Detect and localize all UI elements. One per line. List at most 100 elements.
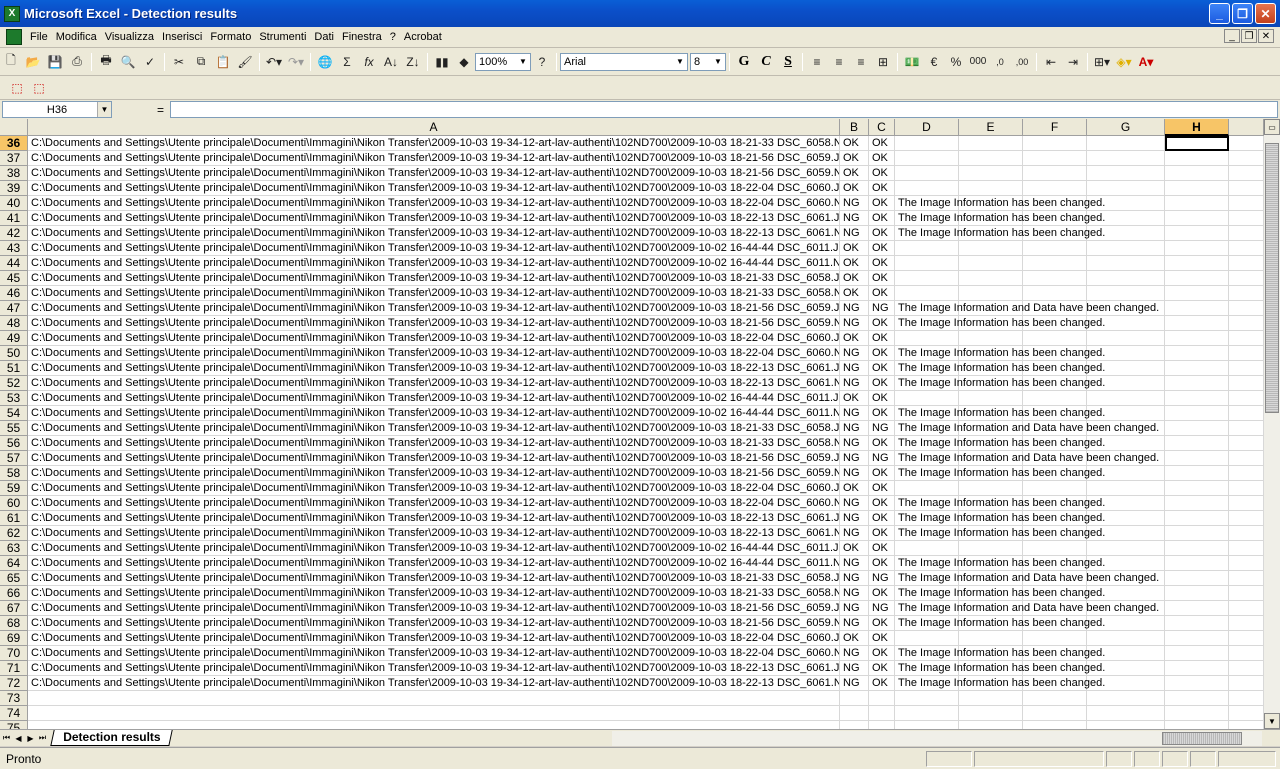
cell-extra[interactable] [1229,301,1264,316]
cell-f[interactable] [1023,166,1087,181]
scroll-split-icon[interactable]: ▭ [1264,119,1280,135]
row-header[interactable]: 49 [0,331,28,346]
cell-h[interactable] [1165,136,1229,151]
cell-d[interactable]: The Image Information has been changed. [895,316,1105,331]
cell-a[interactable]: C:\Documents and Settings\Utente princip… [28,391,840,406]
cell-a[interactable]: C:\Documents and Settings\Utente princip… [28,241,840,256]
menu-item[interactable]: Visualizza [101,31,158,43]
cell-e[interactable] [959,481,1023,496]
cell-c[interactable]: OK [869,616,895,631]
cell-h[interactable] [1165,361,1229,376]
cell-c[interactable]: OK [869,676,895,691]
cell-c[interactable]: OK [869,586,895,601]
cell-h[interactable] [1165,526,1229,541]
cell-b[interactable]: NG [840,466,869,481]
cut-icon[interactable]: ✂ [168,51,190,73]
cell-b[interactable]: OK [840,166,869,181]
cell-d[interactable] [895,706,959,721]
cell-c[interactable]: OK [869,541,895,556]
cell-b[interactable] [840,691,869,706]
spelling-icon[interactable]: ✓ [139,51,161,73]
cell-a[interactable]: C:\Documents and Settings\Utente princip… [28,271,840,286]
cell-h[interactable] [1165,151,1229,166]
cell-b[interactable]: OK [840,286,869,301]
column-header-extra[interactable] [1229,119,1264,136]
cell-extra[interactable] [1229,661,1264,676]
cell-g[interactable] [1087,286,1165,301]
menu-item[interactable]: Modifica [52,31,101,43]
cell-c[interactable]: OK [869,316,895,331]
row-header[interactable]: 40 [0,196,28,211]
cell-g[interactable] [1087,166,1165,181]
cell-extra[interactable] [1229,631,1264,646]
cell-b[interactable]: NG [840,376,869,391]
cell-b[interactable]: OK [840,181,869,196]
cell-f[interactable] [1023,256,1087,271]
cell-a[interactable]: C:\Documents and Settings\Utente princip… [28,166,840,181]
formula-input[interactable] [170,101,1278,118]
cell-extra[interactable] [1229,511,1264,526]
vertical-scrollbar[interactable]: ▭ ▼ [1264,119,1280,729]
cell-g[interactable] [1087,541,1165,556]
cell-h[interactable] [1165,226,1229,241]
cell-g[interactable] [1087,181,1165,196]
help-icon[interactable]: ? [531,51,553,73]
cell-c[interactable]: OK [869,361,895,376]
cell-d[interactable]: The Image Information has been changed. [895,646,1105,661]
cell-c[interactable]: OK [869,661,895,676]
cell-f[interactable] [1023,481,1087,496]
last-sheet-icon[interactable]: ⏭ [37,732,48,745]
cell-d[interactable]: The Image Information has been changed. [895,376,1105,391]
format-painter-icon[interactable]: 🖌 [234,51,256,73]
cell-f[interactable] [1023,286,1087,301]
cell-d[interactable] [895,721,959,729]
vertical-scroll-thumb[interactable] [1265,143,1279,413]
cell-d[interactable]: The Image Information has been changed. [895,676,1105,691]
row-header[interactable]: 39 [0,181,28,196]
cell-b[interactable]: NG [840,211,869,226]
row-header[interactable]: 58 [0,466,28,481]
pdf-convert-email-icon[interactable]: ⬚ [28,77,50,99]
cell-h[interactable] [1165,406,1229,421]
cell-b[interactable] [840,706,869,721]
cell-g[interactable] [1087,391,1165,406]
cell-h[interactable] [1165,571,1229,586]
next-sheet-icon[interactable]: ▶ [25,732,36,745]
cell-d[interactable]: The Image Information has been changed. [895,196,1105,211]
hyperlink-icon[interactable]: 🌐 [314,51,336,73]
cell-d[interactable]: The Image Information has been changed. [895,211,1105,226]
bold-button[interactable]: G [733,51,755,73]
cell-g[interactable] [1087,256,1165,271]
cell-f[interactable] [1023,241,1087,256]
cell-h[interactable] [1165,556,1229,571]
cell-c[interactable]: OK [869,436,895,451]
cell-c[interactable]: OK [869,211,895,226]
chevron-down-icon[interactable]: ▼ [97,102,111,117]
cell-d[interactable] [895,181,959,196]
horizontal-scrollbar[interactable] [612,731,1262,746]
row-header[interactable]: 50 [0,346,28,361]
cell-b[interactable]: OK [840,136,869,151]
cell-a[interactable]: C:\Documents and Settings\Utente princip… [28,301,840,316]
row-header[interactable]: 59 [0,481,28,496]
row-header[interactable]: 75 [0,721,28,729]
cell-extra[interactable] [1229,241,1264,256]
excel-app-icon[interactable]: X [4,5,20,22]
cell-h[interactable] [1165,196,1229,211]
cell-c[interactable]: NG [869,571,895,586]
function-icon[interactable]: fx [358,51,380,73]
close-button[interactable]: ✕ [1255,3,1276,24]
cell-c[interactable]: NG [869,451,895,466]
cell-g[interactable] [1087,136,1165,151]
cell-extra[interactable] [1229,376,1264,391]
cell-e[interactable] [959,541,1023,556]
row-header[interactable]: 47 [0,301,28,316]
align-right-icon[interactable]: ≡ [850,51,872,73]
cell-a[interactable]: C:\Documents and Settings\Utente princip… [28,376,840,391]
row-header[interactable]: 45 [0,271,28,286]
cell-a[interactable]: C:\Documents and Settings\Utente princip… [28,676,840,691]
cell-d[interactable]: The Image Information has been changed. [895,661,1105,676]
cell-b[interactable]: NG [840,556,869,571]
row-header[interactable]: 54 [0,406,28,421]
row-header[interactable]: 55 [0,421,28,436]
